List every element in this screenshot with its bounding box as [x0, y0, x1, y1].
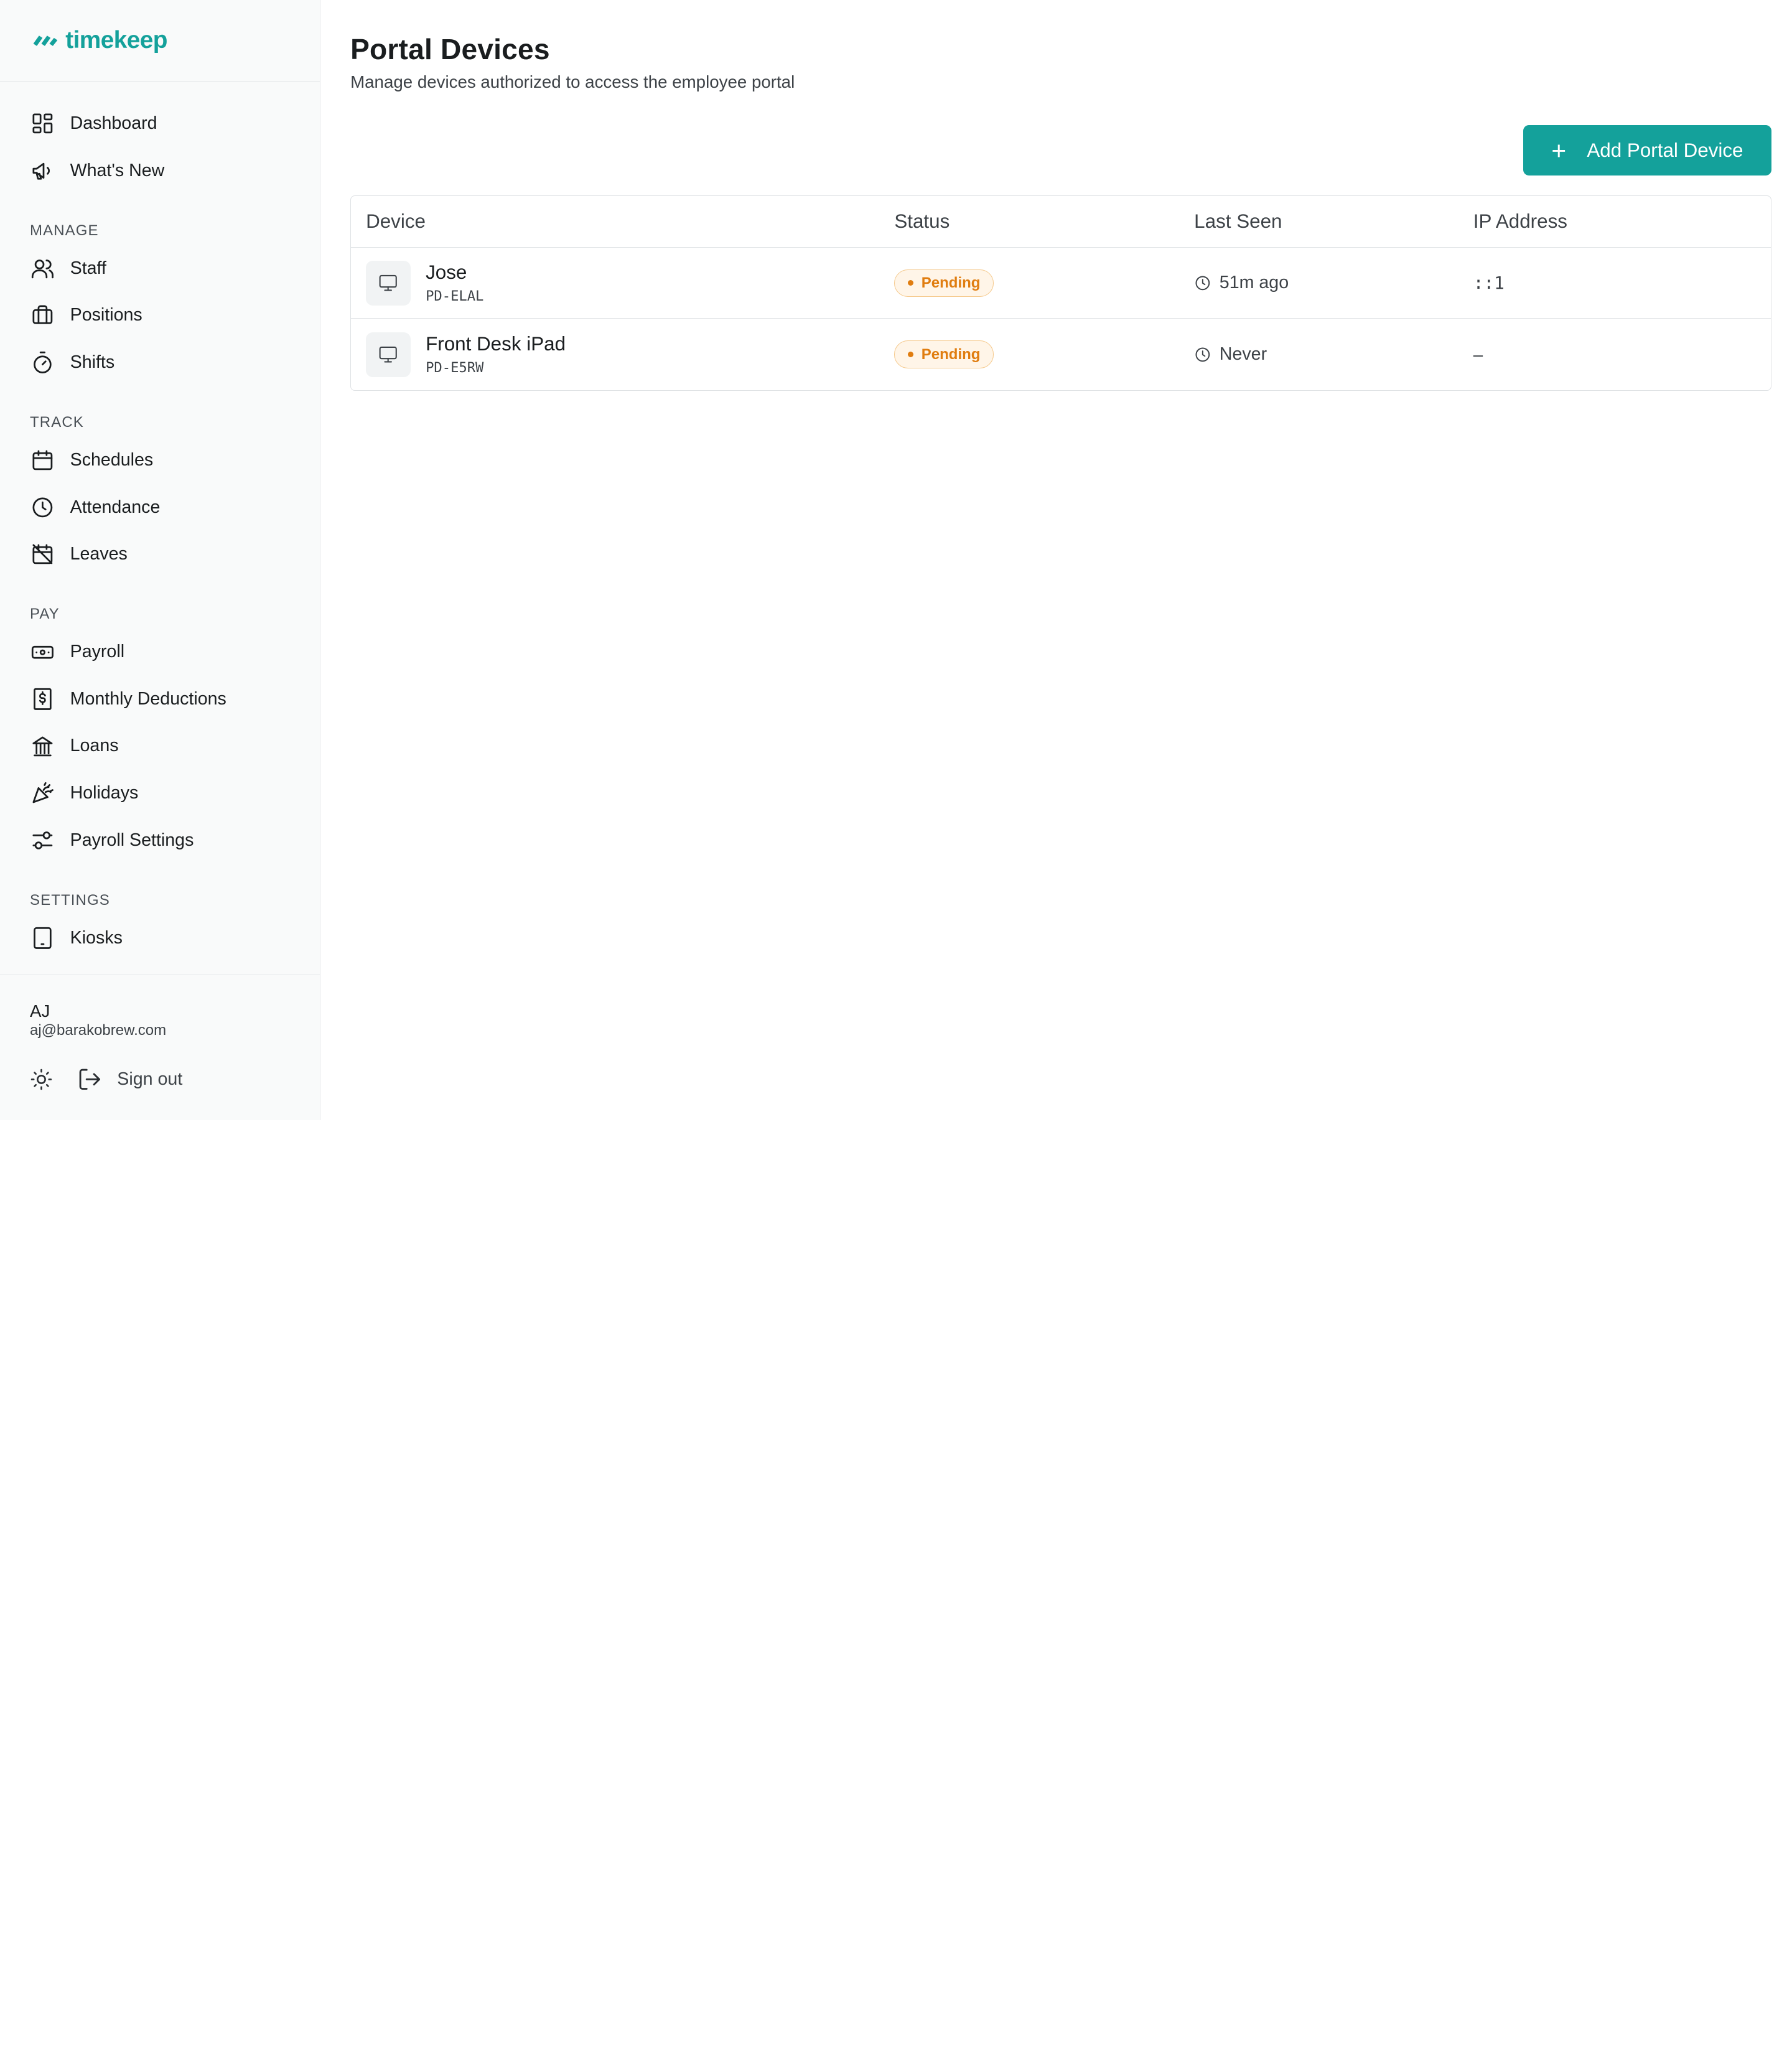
ip-address-cell: ::1: [1473, 273, 1505, 294]
sidebar-item-holidays[interactable]: Holidays: [0, 770, 320, 817]
page-subtitle: Manage devices authorized to access the …: [350, 72, 795, 92]
sidebar: timekeep Dashboard What's New MANAGE Sta…: [0, 0, 321, 1121]
sliders-icon: [30, 828, 55, 853]
status-dot-icon: [907, 351, 913, 358]
sidebar-item-label: Monthly Deductions: [70, 688, 226, 709]
sidebar-item-label: What's New: [70, 160, 165, 180]
last-seen-value: 51m ago: [1219, 273, 1289, 293]
receipt-dollar-icon: [30, 686, 55, 712]
sidebar-item-label: Kiosks: [70, 927, 123, 948]
last-seen-cell: Never: [1194, 344, 1473, 365]
device-name: Front Desk iPad: [426, 333, 566, 355]
plus-icon: +: [1551, 136, 1567, 165]
nav-section-title-track: TRACK: [30, 413, 84, 431]
sidebar-item-label: Holidays: [70, 783, 139, 803]
clock-icon: [30, 495, 55, 520]
sign-out-icon: [79, 1069, 100, 1090]
status-cell: Pending: [894, 340, 1194, 368]
sidebar-item-payroll[interactable]: Payroll: [0, 629, 320, 676]
user-block: AJ aj@barakobrew.com Sign out: [0, 974, 320, 1121]
sign-out-button[interactable]: Sign out: [77, 1067, 183, 1092]
last-seen-value: Never: [1219, 344, 1267, 365]
add-portal-device-button[interactable]: + Add Portal Device: [1523, 125, 1771, 176]
sidebar-item-loans[interactable]: Loans: [0, 723, 320, 770]
device-code: PD-E5RW: [426, 359, 484, 376]
calendar-off-icon: [30, 541, 55, 567]
user-initials: AJ: [30, 1001, 50, 1021]
clock-icon: [1195, 347, 1210, 362]
last-seen-cell: 51m ago: [1194, 273, 1473, 293]
sidebar-item-label: Leaves: [70, 544, 128, 564]
table-row[interactable]: Jose PD-ELAL Pending 51m ago ::1: [351, 248, 1771, 319]
column-header-device[interactable]: Device: [351, 210, 894, 233]
sidebar-item-label: Attendance: [70, 497, 161, 517]
sidebar-item-label: Staff: [70, 258, 106, 278]
cash-icon: [30, 639, 55, 665]
ip-address-cell: –: [1473, 344, 1483, 364]
sidebar-item-dashboard[interactable]: Dashboard: [0, 100, 320, 147]
add-portal-device-label: Add Portal Device: [1587, 139, 1743, 161]
sidebar-item-label: Dashboard: [70, 113, 157, 133]
nav-section-title-manage: MANAGE: [30, 222, 99, 239]
device-cell: Front Desk iPad PD-E5RW: [351, 332, 894, 377]
sidebar-nav: Dashboard What's New MANAGE Staff Positi…: [0, 82, 320, 975]
briefcase-icon: [30, 302, 55, 328]
sidebar-item-label: Payroll Settings: [70, 830, 194, 850]
status-label: Pending: [921, 345, 981, 363]
dashboard-icon: [30, 111, 55, 136]
sidebar-item-positions[interactable]: Positions: [0, 292, 320, 339]
sidebar-item-label: Loans: [70, 736, 119, 756]
table-row[interactable]: Front Desk iPad PD-E5RW Pending Never –: [351, 319, 1771, 390]
status-badge: Pending: [894, 340, 994, 368]
sidebar-item-staff[interactable]: Staff: [0, 245, 320, 292]
column-header-last-seen[interactable]: Last Seen: [1194, 210, 1473, 233]
table-header: Device Status Last Seen IP Address: [351, 196, 1771, 248]
nav-section-title-settings: SETTINGS: [30, 891, 110, 909]
device-cell: Jose PD-ELAL: [351, 260, 894, 306]
sidebar-item-label: Shifts: [70, 352, 115, 372]
bank-icon: [30, 734, 55, 759]
monitor-icon: [366, 260, 411, 306]
main-content: Portal Devices Manage devices authorized…: [320, 0, 1792, 1120]
user-email: aj@barakobrew.com: [30, 1022, 167, 1039]
megaphone-icon: [30, 158, 55, 184]
monitor-icon: [366, 332, 411, 377]
status-badge: Pending: [894, 269, 994, 297]
brand[interactable]: timekeep: [0, 0, 320, 82]
sidebar-item-label: Payroll: [70, 642, 125, 662]
status-cell: Pending: [894, 269, 1194, 297]
sidebar-item-monthly-deductions[interactable]: Monthly Deductions: [0, 675, 320, 723]
device-code: PD-ELAL: [426, 288, 484, 304]
status-dot-icon: [907, 280, 913, 286]
users-icon: [30, 256, 55, 281]
sidebar-item-kiosks[interactable]: Kiosks: [0, 914, 320, 961]
sidebar-item-schedules[interactable]: Schedules: [0, 436, 320, 484]
brand-name: timekeep: [65, 27, 167, 54]
column-header-ip-address[interactable]: IP Address: [1473, 210, 1771, 233]
clock-icon: [1195, 276, 1210, 291]
sun-icon[interactable]: [30, 1068, 53, 1091]
devices-table: Device Status Last Seen IP Address Jose …: [350, 195, 1771, 391]
nav-section-title-pay: PAY: [30, 606, 60, 623]
sidebar-item-label: Schedules: [70, 449, 154, 470]
sidebar-item-whats-new[interactable]: What's New: [0, 147, 320, 194]
sidebar-item-shifts[interactable]: Shifts: [0, 339, 320, 386]
device-name: Jose: [426, 261, 467, 284]
tablet-icon: [30, 925, 55, 951]
calendar-icon: [30, 447, 55, 473]
stopwatch-icon: [30, 350, 55, 375]
page-title: Portal Devices: [350, 32, 550, 65]
sign-out-label: Sign out: [117, 1069, 183, 1090]
sidebar-item-leaves[interactable]: Leaves: [0, 531, 320, 578]
app-frame: timekeep Dashboard What's New MANAGE Sta…: [0, 0, 1792, 1121]
column-header-status[interactable]: Status: [894, 210, 1194, 233]
timekeep-logo-icon: [33, 35, 58, 47]
sidebar-item-label: Positions: [70, 305, 142, 325]
sidebar-item-payroll-settings[interactable]: Payroll Settings: [0, 817, 320, 864]
sidebar-item-attendance[interactable]: Attendance: [0, 484, 320, 531]
party-popper-icon: [30, 780, 55, 806]
user-actions: Sign out: [30, 1067, 182, 1092]
status-label: Pending: [921, 274, 981, 291]
